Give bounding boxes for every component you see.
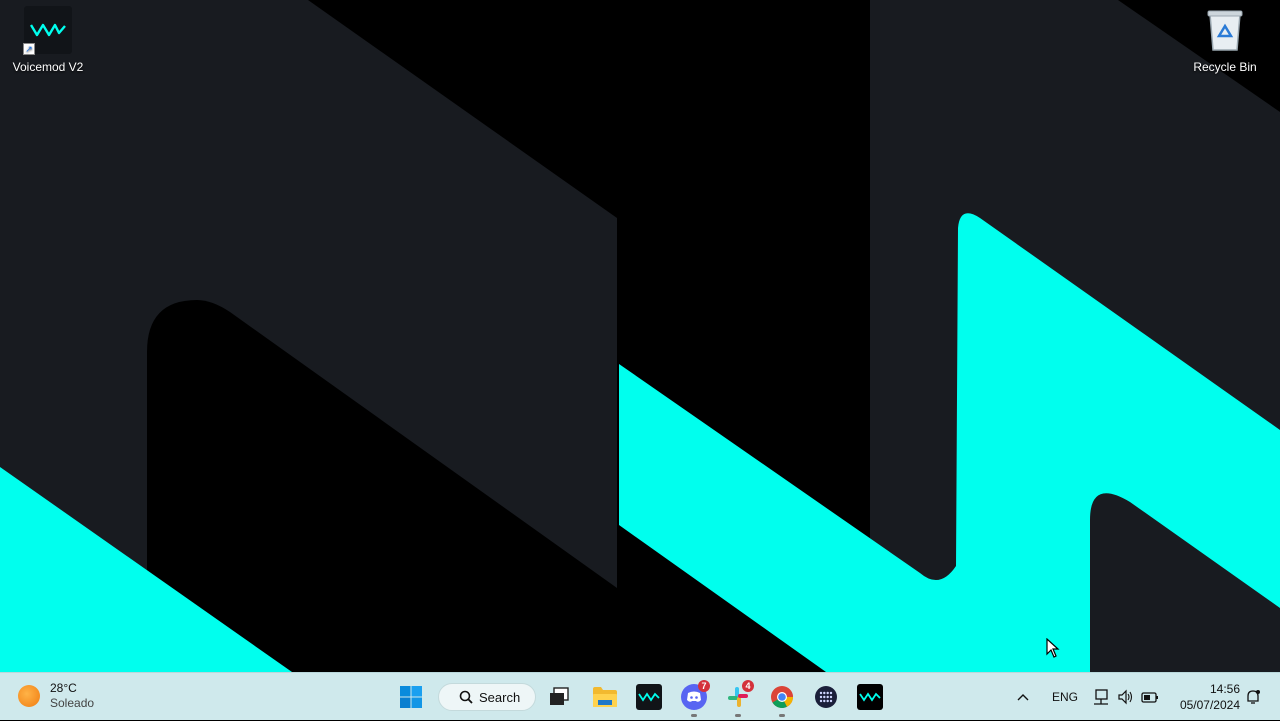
battery-icon — [1141, 692, 1158, 703]
language-indicator[interactable]: ENG — [1052, 673, 1078, 721]
running-indicator — [779, 714, 785, 717]
show-hidden-icons-button[interactable] — [1016, 673, 1030, 721]
desktop-icon-recycle-bin[interactable]: Recycle Bin — [1185, 6, 1265, 74]
voicemod-icon: ↗ — [23, 6, 72, 55]
voicemod-icon — [636, 684, 662, 710]
slack-taskbar-button[interactable]: 4 — [720, 679, 756, 717]
weather-temperature: 28°C — [50, 681, 77, 695]
taskbar-search[interactable]: Search — [438, 683, 536, 711]
notification-badge: 7 — [698, 680, 710, 692]
clock-time: 14:56 — [1209, 682, 1240, 696]
notification-badge: 4 — [742, 680, 754, 692]
weather-widget[interactable]: 28°C Soleado — [18, 681, 94, 711]
weather-condition: Soleado — [50, 696, 95, 710]
running-indicator — [735, 714, 741, 717]
grid-dots-icon — [815, 686, 837, 708]
desktop-icon-label: Recycle Bin — [1193, 60, 1257, 74]
clock[interactable]: 14:56 05/07/2024 — [1170, 681, 1240, 713]
mouse-cursor-icon — [1046, 638, 1060, 658]
discord-taskbar-button[interactable]: 7 — [676, 679, 712, 717]
folder-icon — [593, 687, 617, 707]
task-view-button[interactable] — [541, 679, 577, 715]
voicemod-icon — [857, 684, 883, 710]
sun-icon — [18, 685, 40, 707]
notification-bell-icon — [1247, 690, 1260, 704]
network-icon — [1094, 689, 1108, 705]
grid-app-taskbar-button[interactable] — [808, 679, 844, 715]
taskbar: 28°C Soleado Search 7 4 ENG 14:56 05/07/… — [0, 672, 1280, 720]
chrome-taskbar-button[interactable] — [764, 679, 800, 717]
volume-icon — [1118, 689, 1133, 705]
desktop-icon-voicemod[interactable]: ↗ Voicemod V2 — [8, 6, 88, 74]
desktop-wallpaper — [0, 0, 1280, 672]
shortcut-arrow-icon: ↗ — [23, 43, 35, 55]
voicemod-taskbar-button[interactable] — [631, 679, 667, 715]
windows-start-icon — [400, 686, 422, 708]
desktop-icon-label: Voicemod V2 — [12, 60, 84, 74]
system-tray-icons[interactable] — [1093, 673, 1159, 721]
running-indicator — [691, 714, 697, 717]
search-label: Search — [479, 689, 521, 705]
start-button[interactable] — [393, 679, 429, 715]
voicemod-taskbar-button-2[interactable] — [852, 679, 888, 715]
notifications-button[interactable] — [1245, 673, 1261, 721]
task-view-icon — [550, 687, 569, 705]
chrome-icon — [771, 686, 793, 708]
chevron-up-icon — [1017, 694, 1029, 701]
search-icon — [459, 690, 473, 704]
file-explorer-button[interactable] — [587, 679, 623, 715]
clock-date: 05/07/2024 — [1179, 698, 1240, 712]
recycle-bin-icon — [1201, 6, 1249, 54]
